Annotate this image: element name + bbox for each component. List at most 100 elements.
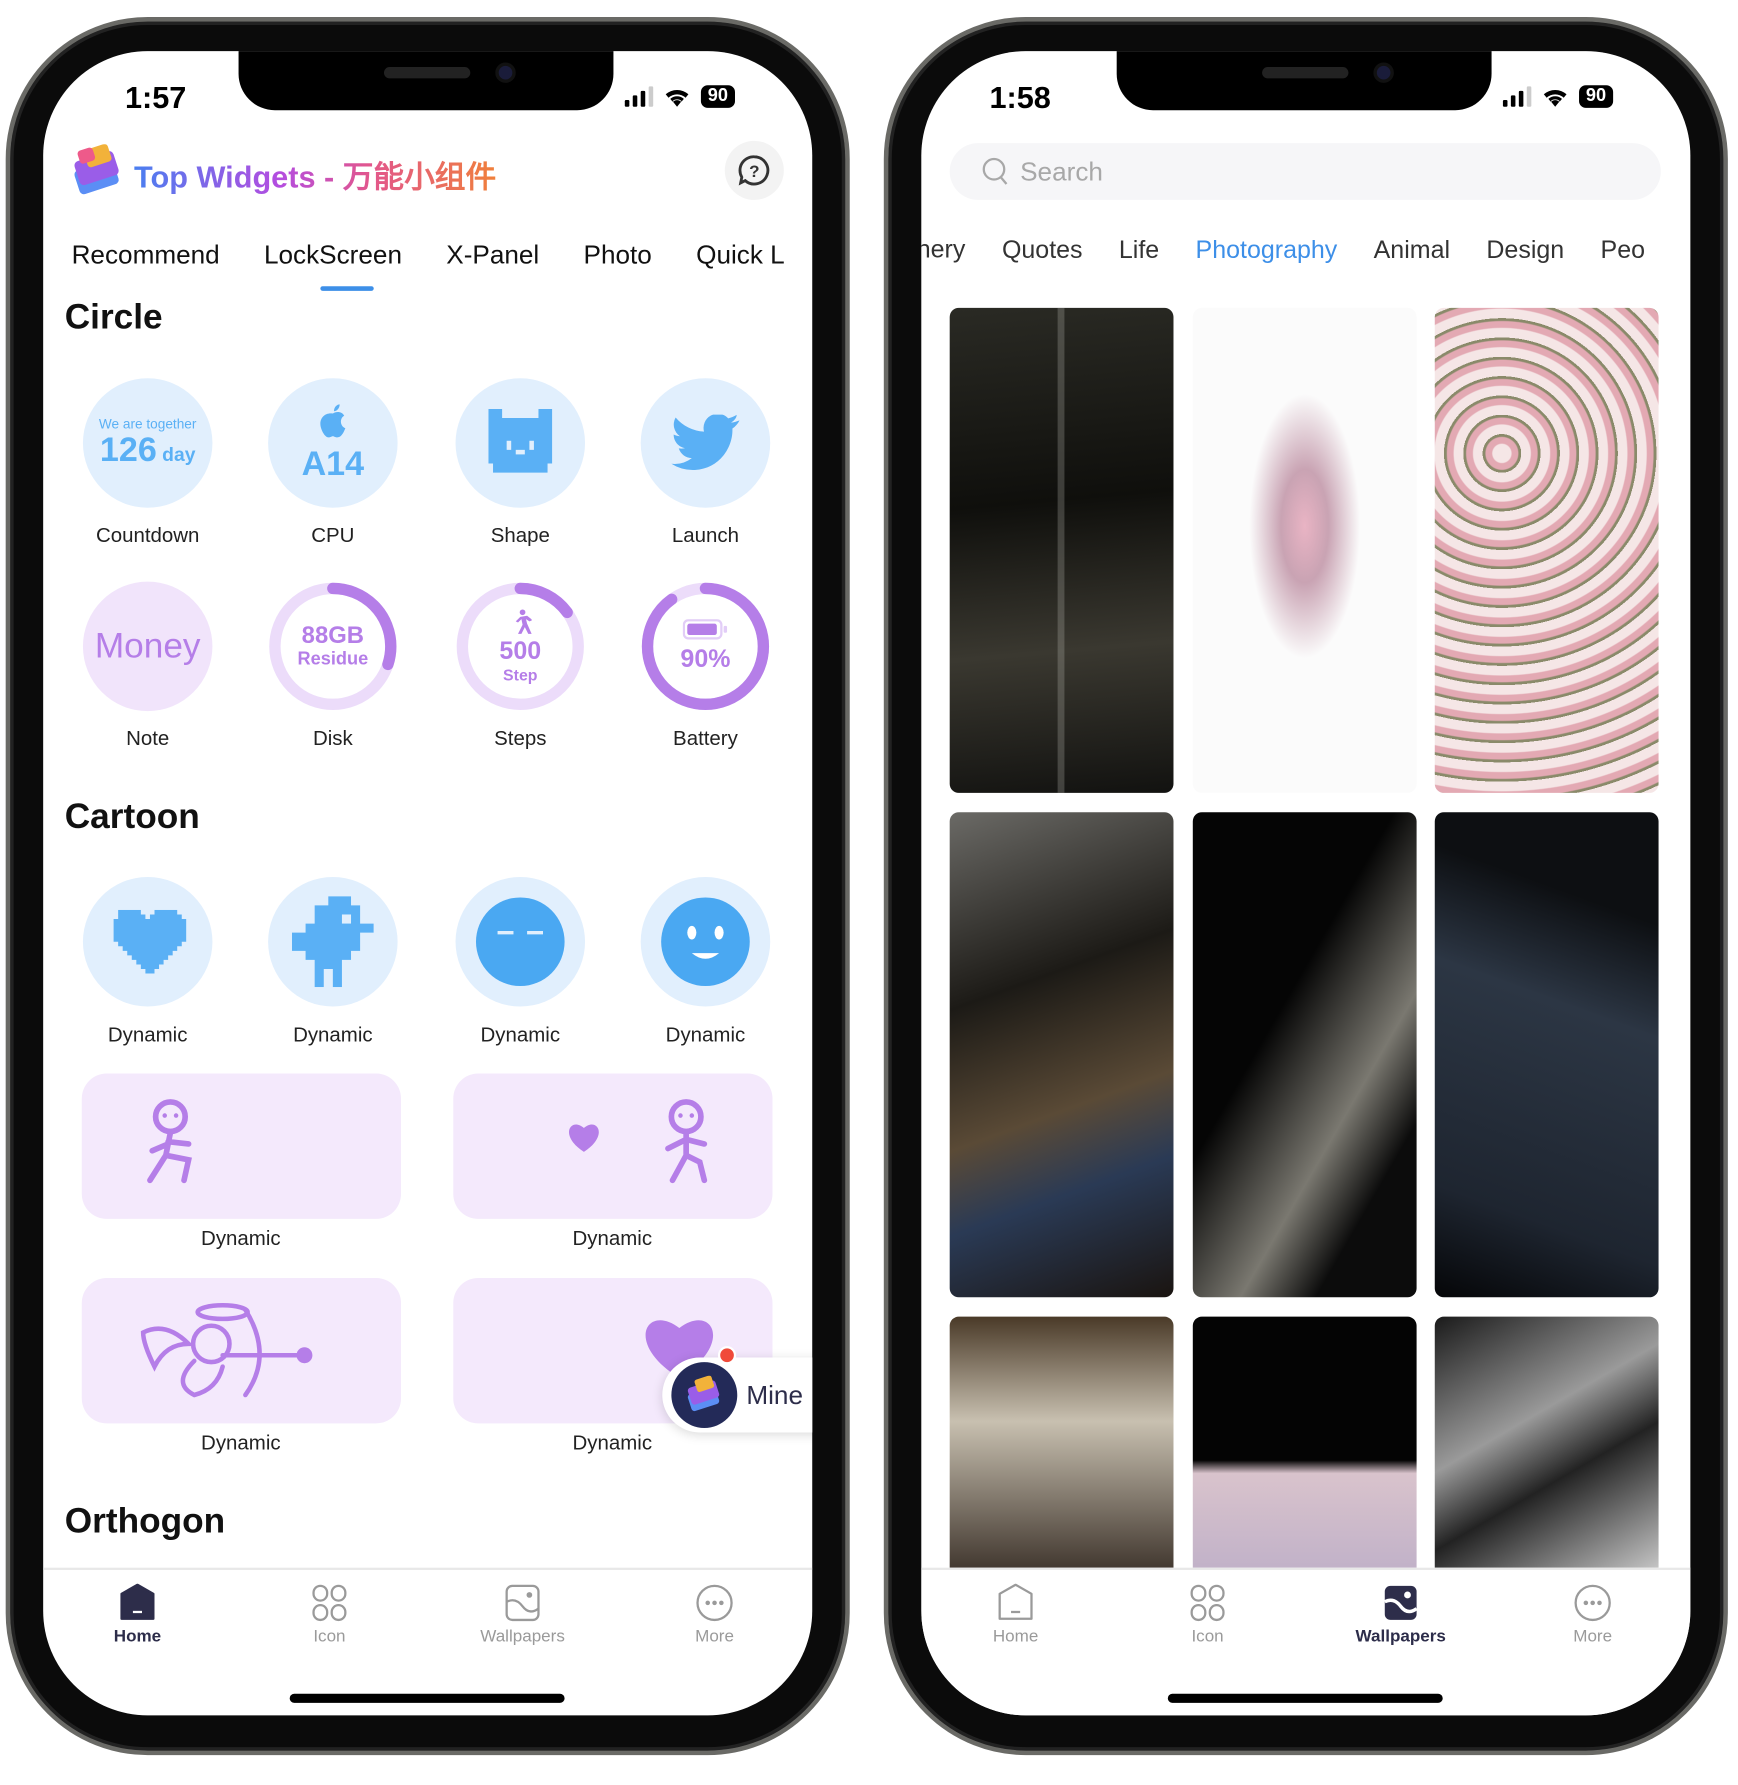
wallpaper-thumbnail[interactable]: [949, 1316, 1174, 1578]
tab-recommend[interactable]: Recommend: [72, 240, 220, 271]
widget-steps[interactable]: 500 Step: [456, 582, 586, 712]
countdown-value: 126: [99, 431, 157, 470]
nav-label: Home: [113, 1626, 162, 1647]
nav-label: More: [1573, 1626, 1613, 1647]
wallpaper-thumbnail[interactable]: [1434, 812, 1659, 1298]
search-input[interactable]: Search: [949, 143, 1661, 200]
widget-disk[interactable]: 88GB Residue: [268, 582, 398, 712]
widget-label: Dynamic: [480, 1023, 561, 1047]
tab-quick[interactable]: Quick L: [696, 240, 785, 271]
wallpaper-icon: [1384, 1585, 1418, 1620]
widget-label: Battery: [673, 727, 738, 750]
widget-label: Dynamic: [665, 1023, 746, 1047]
heart-icon: [568, 1124, 599, 1152]
battery-indicator: 90: [700, 85, 735, 108]
category-scenery[interactable]: Scenery: [921, 235, 965, 265]
category-animal[interactable]: Animal: [1374, 235, 1450, 265]
help-chat-icon: ?: [738, 155, 770, 186]
widget-label: Dynamic: [107, 1023, 188, 1047]
sleepy-face-icon: [475, 897, 565, 987]
app-logo-icon: [74, 144, 119, 195]
widget-dynamic-smiley[interactable]: [640, 876, 771, 1007]
nav-home[interactable]: Home: [959, 1583, 1073, 1647]
category-life[interactable]: Life: [1119, 235, 1159, 265]
widget-cpu[interactable]: A14: [268, 378, 398, 508]
nav-more[interactable]: More: [1536, 1584, 1650, 1646]
more-icon: [696, 1584, 733, 1622]
nav-wallpapers[interactable]: Wallpapers: [1344, 1584, 1458, 1646]
notch: [1116, 51, 1492, 111]
twitter-bird-icon: [671, 414, 740, 471]
widget-dynamic-bird[interactable]: [268, 876, 398, 1007]
widget-dynamic-sleepy[interactable]: [455, 876, 586, 1007]
mine-floating-button[interactable]: Mine: [662, 1357, 813, 1433]
nav-more[interactable]: More: [658, 1584, 772, 1646]
category-people[interactable]: Peo: [1601, 235, 1645, 265]
widget-note[interactable]: Money: [82, 581, 213, 712]
widget-label: Steps: [494, 727, 547, 750]
widget-shape[interactable]: [455, 378, 586, 508]
wallpaper-thumbnail[interactable]: [1192, 812, 1417, 1298]
grid-icon: [312, 1584, 347, 1622]
widget-label: Dynamic: [572, 1226, 653, 1250]
widget-label: Countdown: [95, 523, 200, 547]
nav-label: Icon: [1191, 1626, 1224, 1647]
category-photography[interactable]: Photography: [1196, 235, 1338, 265]
widget-label: Disk: [312, 727, 353, 750]
home-indicator: [1167, 1693, 1443, 1703]
home-indicator: [289, 1693, 565, 1703]
countdown-caption: We are together: [98, 415, 197, 432]
nav-home[interactable]: Home: [81, 1583, 195, 1647]
wallpaper-thumbnail[interactable]: [1192, 307, 1417, 793]
help-button[interactable]: ?: [724, 140, 784, 200]
widget-label: Dynamic: [201, 1431, 281, 1455]
widget-dynamic-figure-heart[interactable]: [453, 1073, 773, 1219]
tab-lockscreen[interactable]: LockScreen: [264, 240, 402, 271]
widget-label: Dynamic: [201, 1226, 281, 1250]
widget-label: Launch: [671, 523, 740, 547]
status-time: 1:57: [124, 80, 187, 115]
active-tab-indicator: [320, 286, 374, 291]
section-title-orthogon: Orthogon: [64, 1500, 226, 1541]
wifi-icon: [665, 89, 689, 107]
category-design[interactable]: Design: [1486, 235, 1564, 265]
wallpaper-icon: [505, 1584, 540, 1622]
nav-wallpapers[interactable]: Wallpapers: [466, 1584, 580, 1646]
wallpaper-thumbnail[interactable]: [1434, 1316, 1659, 1578]
nav-label: Home: [992, 1626, 1039, 1647]
countdown-unit: day: [162, 444, 196, 466]
nav-icon[interactable]: Icon: [1151, 1584, 1265, 1646]
widget-countdown[interactable]: We are together 126 day: [82, 378, 213, 508]
home-icon: [120, 1583, 155, 1620]
nav-icon[interactable]: Icon: [273, 1584, 387, 1646]
notch: [238, 51, 614, 111]
widget-label: CPU: [311, 523, 355, 547]
search-placeholder: Search: [1020, 156, 1103, 186]
tab-x-panel[interactable]: X-Panel: [446, 240, 539, 271]
search-icon: [982, 157, 1008, 185]
wallpaper-thumbnail[interactable]: [949, 307, 1174, 793]
screen-home: 1:57 90 Top Widgets - 万能小组件 ? Recommend …: [43, 51, 813, 1716]
nav-label: More: [695, 1626, 734, 1647]
screen-wallpapers: 1:58 90 Search Scenery Quotes Life Photo…: [921, 51, 1691, 1716]
wallpaper-thumbnail[interactable]: [1434, 307, 1659, 793]
battery-indicator: 90: [1579, 85, 1613, 108]
signal-icon: [1502, 86, 1532, 107]
category-tabs: Recommend LockScreen X-Panel Photo Quick…: [72, 240, 785, 271]
widget-dynamic-dancer[interactable]: [81, 1073, 402, 1219]
disk-progress-ring: [269, 582, 397, 711]
signal-icon: [624, 86, 654, 107]
wallpaper-thumbnail[interactable]: [949, 812, 1174, 1298]
battery-progress-ring: [641, 582, 770, 711]
home-icon: [998, 1583, 1033, 1620]
tab-photo[interactable]: Photo: [584, 240, 652, 271]
widget-dynamic-heart[interactable]: [82, 876, 213, 1007]
pixel-cat-icon: [488, 408, 553, 473]
widget-battery[interactable]: 90%: [641, 582, 771, 712]
widget-dynamic-cupid[interactable]: [81, 1278, 402, 1424]
ring-progress: [641, 582, 770, 711]
wallpaper-thumbnail[interactable]: [1192, 1316, 1417, 1578]
smiley-face-icon: [661, 897, 750, 987]
category-quotes[interactable]: Quotes: [1002, 235, 1083, 265]
widget-launch[interactable]: [640, 378, 771, 508]
